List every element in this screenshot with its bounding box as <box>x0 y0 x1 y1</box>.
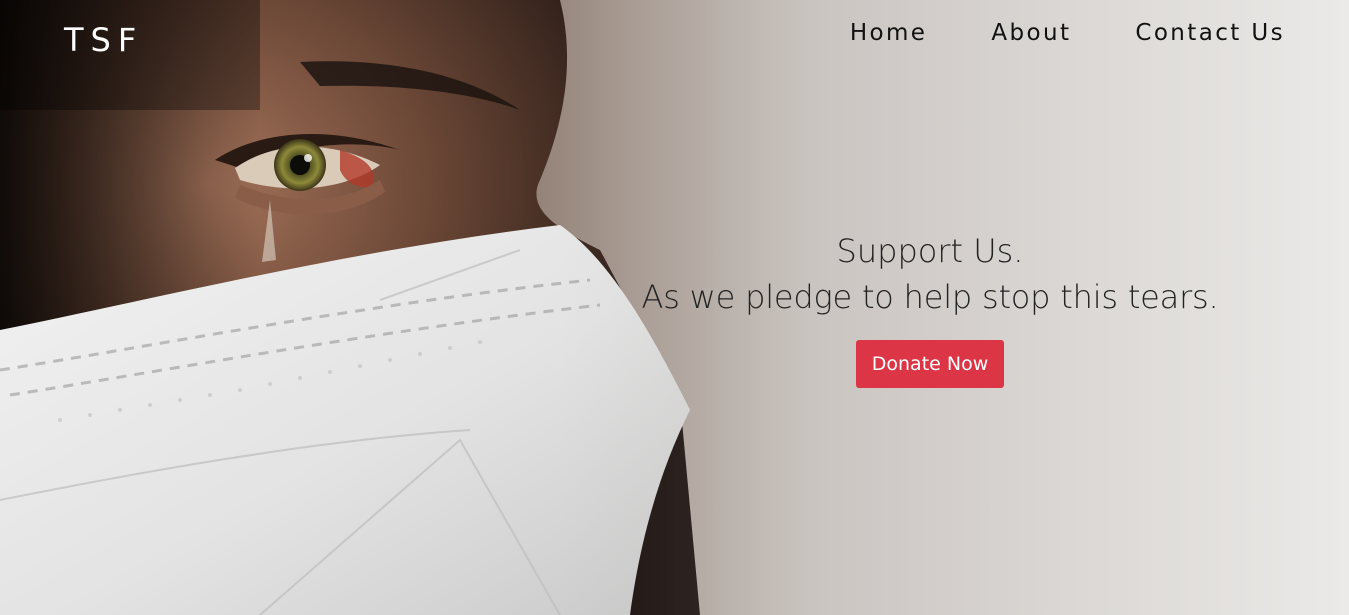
hero-copy: Support Us. As we pledge to help stop th… <box>630 228 1230 388</box>
hero-section: TSF Home About Contact Us Support Us. As… <box>0 0 1349 615</box>
donate-now-button[interactable]: Donate Now <box>855 340 1005 388</box>
main-nav: Home About Contact Us <box>850 18 1285 48</box>
nav-item-about[interactable]: About <box>991 18 1071 48</box>
hero-subline: As we pledge to help stop this tears. <box>641 278 1219 316</box>
brand-logo[interactable]: TSF <box>64 20 143 60</box>
hero-headline: Support Us. <box>836 232 1024 270</box>
nav-item-home[interactable]: Home <box>850 18 928 48</box>
nav-item-contact-us[interactable]: Contact Us <box>1135 18 1285 48</box>
